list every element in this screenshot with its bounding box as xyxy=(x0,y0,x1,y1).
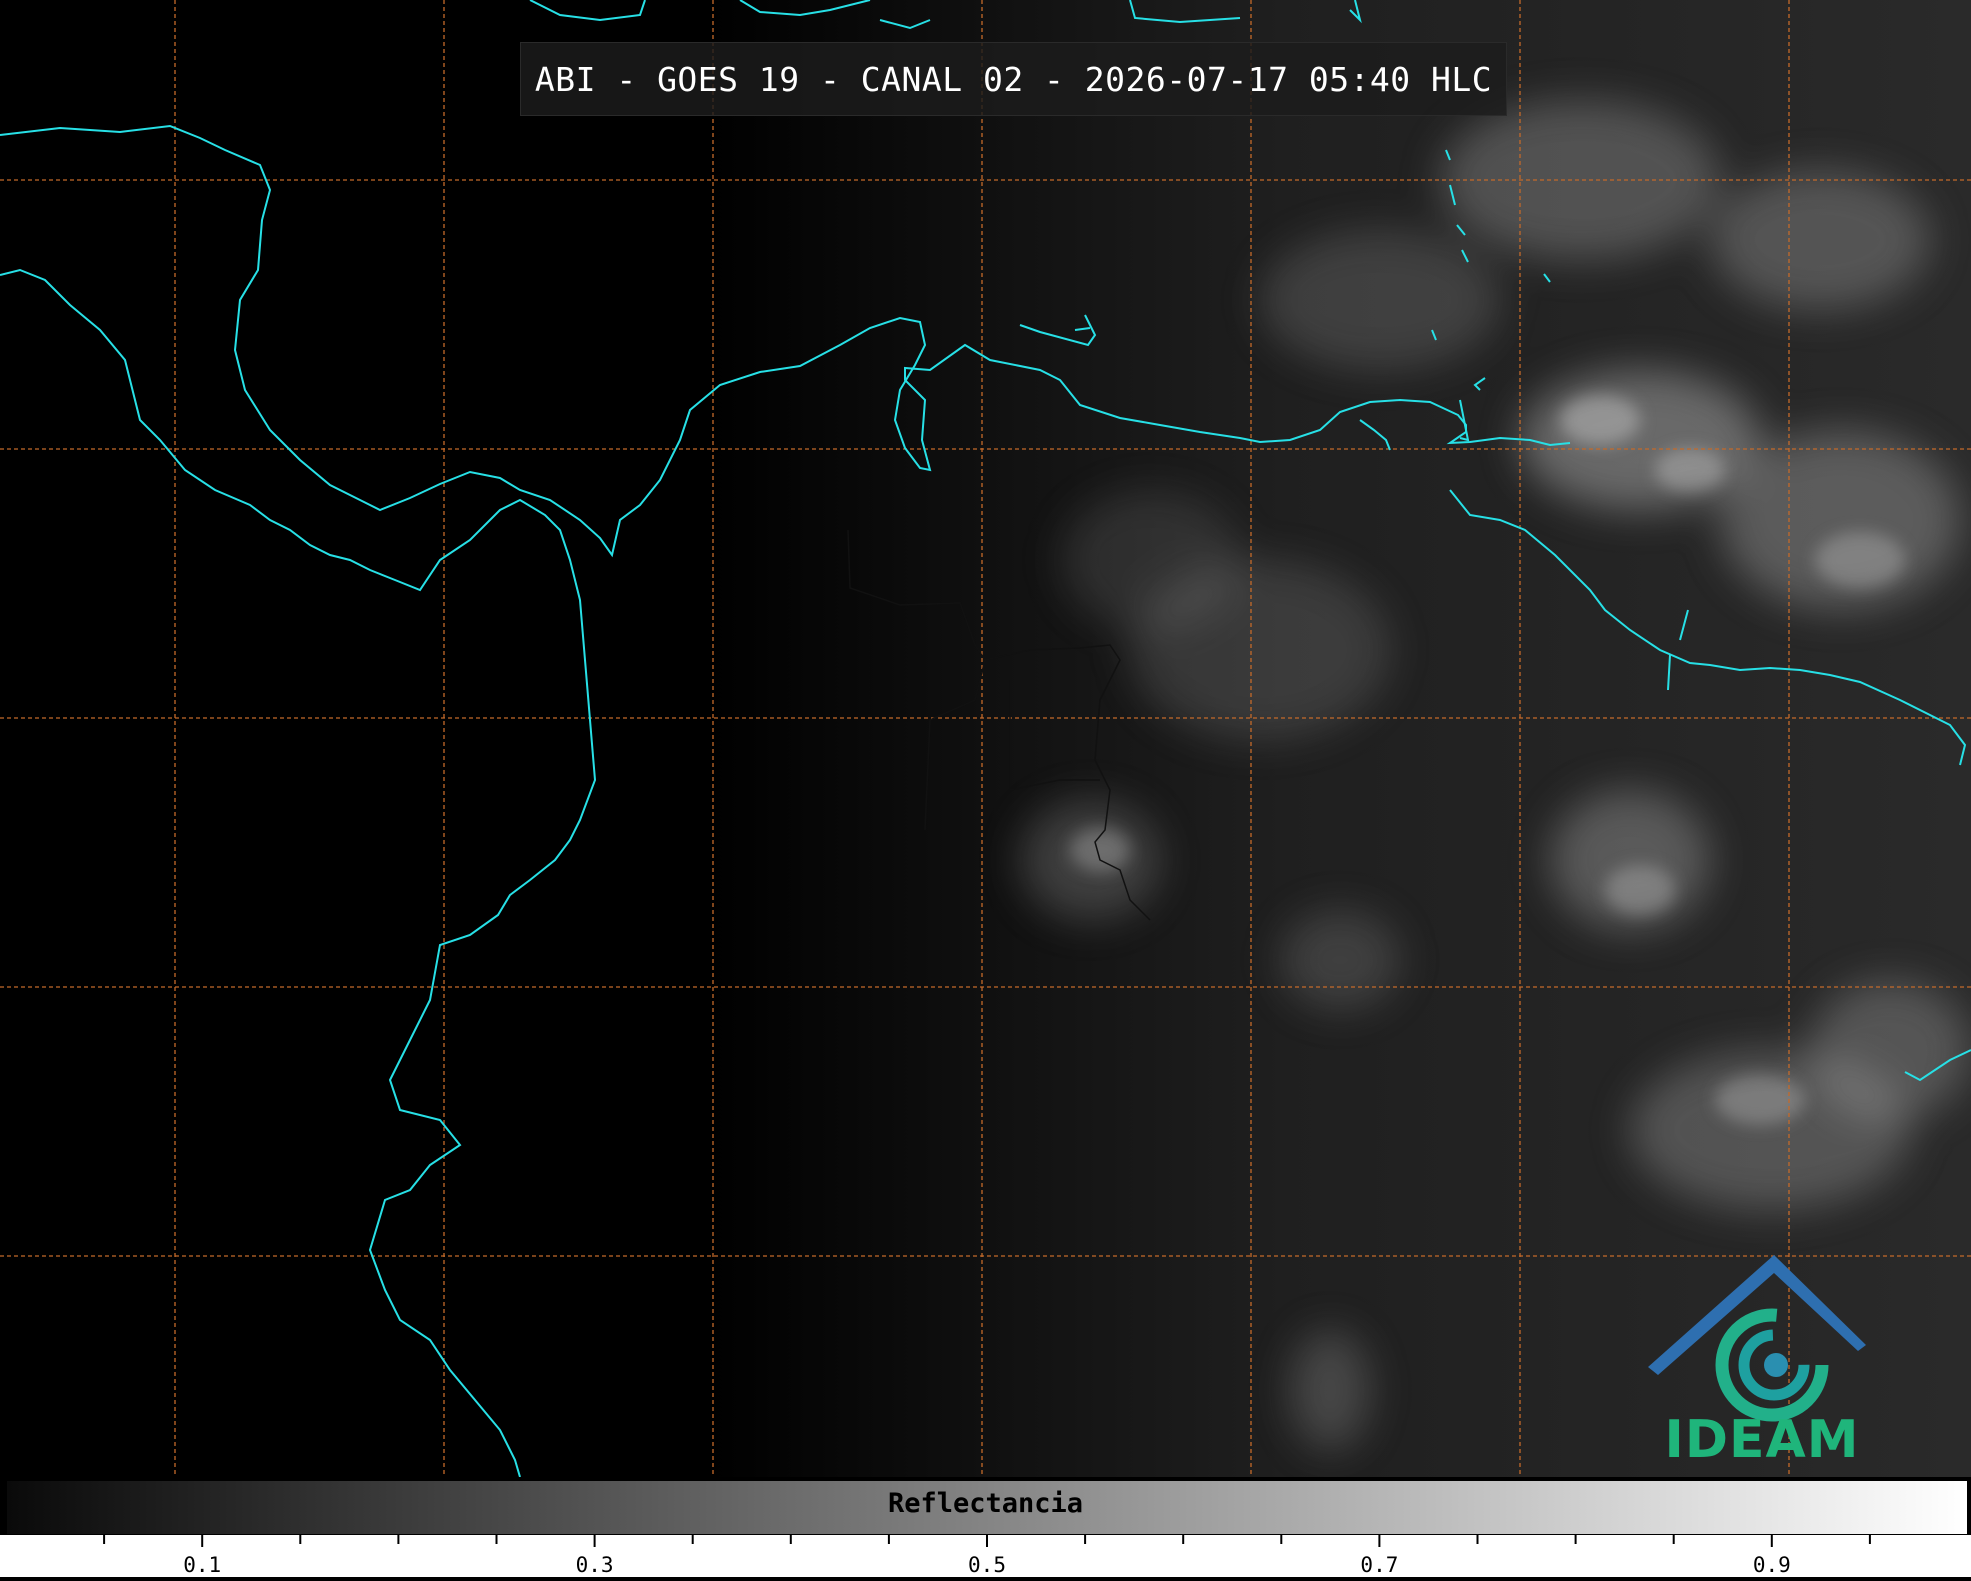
tick-label: 0.5 xyxy=(968,1553,1006,1577)
title-banner: ABI - GOES 19 - CANAL 02 - 2026-07-17 05… xyxy=(520,42,1507,116)
tick-label: 0.3 xyxy=(575,1553,614,1577)
logo-swirl-inner xyxy=(1764,1353,1788,1377)
tick-label: 0.1 xyxy=(183,1553,222,1577)
tick-label: 0.9 xyxy=(1752,1553,1791,1577)
title-text: ABI - GOES 19 - CANAL 02 - 2026-07-17 05… xyxy=(534,59,1493,99)
tick-label: 0.7 xyxy=(1360,1553,1399,1577)
logo-wordmark: IDEAM xyxy=(1664,1410,1860,1470)
colorbar xyxy=(6,1480,1968,1535)
